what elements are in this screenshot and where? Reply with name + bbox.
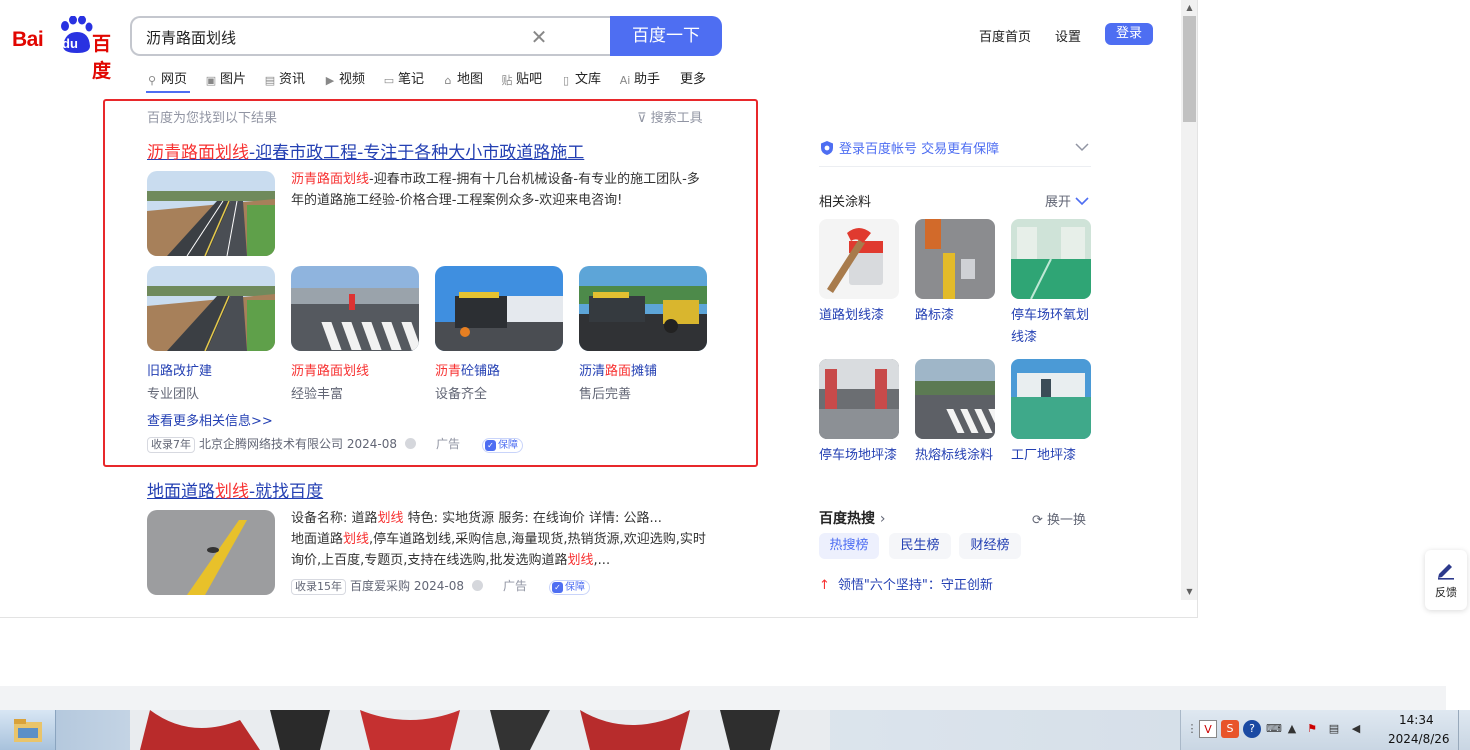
related-section-title: 相关涂料 [819,195,872,210]
hot-search-title[interactable]: 百度热搜 › [819,508,885,528]
tab-news[interactable]: ▤ 资讯 [264,68,305,92]
network-icon[interactable]: ▤ [1325,720,1343,738]
related-card-road-sign-paint[interactable]: 路标漆 [915,219,995,327]
info-dot-icon[interactable] [471,580,483,591]
related-card-factory-floor-paint[interactable]: 工厂地坪漆 [1011,359,1091,467]
hot-tab-finance[interactable]: 财经榜 [959,533,1021,559]
refresh-icon: ⟳ [1032,513,1048,528]
show-desktop-button[interactable] [1458,710,1470,750]
feedback-button[interactable]: 反馈 [1425,550,1467,610]
pencil-icon [1438,564,1454,580]
related-image [1011,219,1091,299]
window-bottom-strip [0,686,1446,710]
tab-tieba[interactable]: 贴贴吧 [501,68,543,92]
browser-viewport: Bai du 百度 ✕ 百度一下 百度首页 设置 登录 ⚲网页 ▣图片 ▤资讯 … [0,0,1198,618]
baidu-logo[interactable]: Bai du 百度 [12,16,116,82]
tab-video[interactable]: ▶ 视频 [324,68,365,92]
tab-map[interactable]: ⌂ 地图 [442,68,484,92]
clock-time[interactable]: 14:34 [1399,713,1434,727]
guarantee-badge[interactable]: ✓ 保障 [549,580,590,595]
related-image [819,219,899,299]
show-hidden-icons-icon[interactable]: ▲ [1283,720,1301,738]
chevron-down-icon [1075,197,1089,206]
chevron-down-icon[interactable] [1074,140,1090,154]
result2-spec-line: 设备名称: 道路划线 特色: 实地货源 服务: 在线询价 详情: 公路... [291,511,662,526]
result2-meta: 收录15年 百度爱采购 2024-08 广告 ✓ 保障 [291,577,590,595]
tab-images[interactable]: ▣ 图片 [205,68,246,92]
news-icon: ▤ [264,74,276,87]
active-tab-underline [146,91,190,93]
window-blank-area [1198,0,1446,686]
related-image [915,219,995,299]
scroll-down-arrow-icon[interactable]: ▼ [1181,584,1197,600]
ad-label: 广告 [502,579,527,593]
result2-description-line2: 询价,上百度,专题页,支持在线选购,批发选购道路划线,... [291,553,611,568]
expand-button[interactable]: 展开 [1045,191,1089,210]
related-card-parking-floor-paint[interactable]: 停车场地坪漆 [819,359,899,467]
note-icon: ▭ [383,74,395,87]
settings-link[interactable]: 设置 [1055,26,1081,45]
sidebar-divider [819,166,1091,167]
result2-title[interactable]: 地面道路划线-就找百度 [147,477,323,502]
image-icon: ▣ [205,74,217,87]
source-name: 百度爱采购 [350,579,411,593]
related-card-hot-melt-marking-paint[interactable]: 热熔标线涂料 [915,359,995,467]
result-date: 2024-08 [413,579,464,593]
check-shield-icon: ✓ [552,582,563,593]
indexed-years-badge: 收录15年 [291,579,346,595]
hot-tab-livelihood[interactable]: 民生榜 [889,533,951,559]
file-explorer-icon [14,719,42,742]
chevron-right-icon: › [879,511,886,527]
annotation-highlight-box [103,99,758,467]
result2-description-line1: 地面道路划线,停车道路划线,采购信息,海量现货,热销货源,欢迎选购,实时 [291,532,706,547]
logo-cn-text: 百度 [92,33,112,82]
keyboard-icon[interactable]: ⌨ [1265,720,1283,738]
hot-item-1[interactable]: ↑ 领悟"六个坚持"：守正创新 [819,574,993,593]
related-image [1011,359,1091,439]
tieba-icon: 贴 [501,74,513,87]
action-center-flag-icon[interactable]: ⚑ [1303,720,1321,738]
related-image [915,359,995,439]
tray-app-icon[interactable]: V [1199,720,1217,738]
search-button[interactable]: 百度一下 [610,16,722,56]
tab-assistant[interactable]: Ai 助手 [619,68,660,92]
logo-bai-text: Bai [12,28,44,51]
scroll-thumb[interactable] [1183,16,1196,122]
clear-icon[interactable]: ✕ [528,26,550,48]
related-image [819,359,899,439]
shield-icon [821,141,833,155]
page-blank-area [0,618,1446,686]
hot-tab-hot[interactable]: 热搜榜 [819,533,879,559]
login-button[interactable]: 登录 [1105,23,1153,45]
scrollbar[interactable]: ▲ ▼ [1181,0,1197,600]
video-icon: ▶ [325,74,335,87]
scroll-up-arrow-icon[interactable]: ▲ [1181,0,1197,16]
ai-icon: Ai [619,74,631,87]
start-button[interactable] [0,710,56,750]
tab-more[interactable]: 更多 [680,68,706,92]
related-card-road-marking-paint[interactable]: 道路划线漆 [819,219,899,327]
arrow-up-icon: ↑ [819,578,830,593]
volume-icon[interactable]: ◀ [1347,720,1365,738]
search-icon: ⚲ [147,74,157,87]
wallpaper-strip [130,710,830,750]
result2-image[interactable] [147,510,275,595]
doc-icon: ▯ [562,74,570,87]
tab-web[interactable]: ⚲ 网页 [146,68,187,92]
tab-notes[interactable]: ▭ 笔记 [383,68,424,92]
logo-du-text: du [62,36,78,51]
related-card-parking-epoxy-paint[interactable]: 停车场环氧划线漆 [1011,219,1091,349]
help-icon[interactable]: ? [1243,720,1261,738]
refresh-button[interactable]: ⟳ 换一换 [1032,509,1086,528]
map-icon: ⌂ [444,74,452,87]
search-input[interactable] [146,26,506,48]
baidu-home-link[interactable]: 百度首页 [979,26,1031,45]
clock-date[interactable]: 2024/8/26 [1388,732,1450,746]
feedback-label: 反馈 [1435,586,1457,599]
login-tip-link[interactable]: 登录百度帐号 交易更有保障 [819,138,999,157]
search-box[interactable]: ✕ [130,16,612,56]
taskbar: ⋮ V S ? ⌨ ▲ ⚑ ▤ ◀ [0,710,1470,750]
sogou-input-icon[interactable]: S [1221,720,1239,738]
tab-wenku[interactable]: ▯ 文库 [560,68,601,92]
